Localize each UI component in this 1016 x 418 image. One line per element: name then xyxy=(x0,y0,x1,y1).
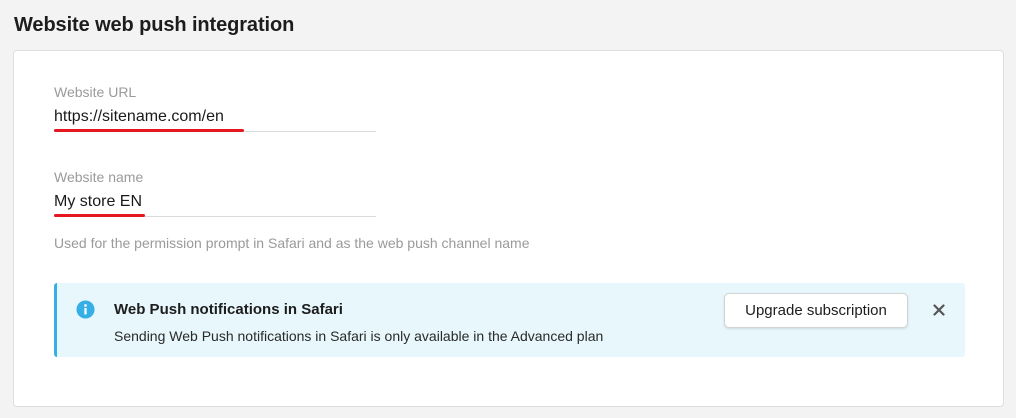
alert-title: Web Push notifications in Safari xyxy=(114,301,343,318)
website-url-label: Website URL xyxy=(54,84,137,100)
close-icon xyxy=(933,303,945,319)
alert-close-button[interactable] xyxy=(928,300,950,322)
integration-card: Website URL Website name Used for the pe… xyxy=(13,50,1004,407)
website-url-input[interactable] xyxy=(54,107,376,127)
website-url-highlight xyxy=(54,129,244,132)
website-name-highlight xyxy=(54,214,145,217)
alert-body: Sending Web Push notifications in Safari… xyxy=(114,328,604,344)
website-name-field: Website name xyxy=(54,169,376,217)
website-name-underline xyxy=(54,214,376,217)
website-name-input[interactable] xyxy=(54,192,376,212)
website-url-field: Website URL xyxy=(54,84,376,132)
info-icon xyxy=(76,300,95,319)
website-url-underline xyxy=(54,129,376,132)
website-name-helper-text: Used for the permission prompt in Safari… xyxy=(54,235,530,251)
website-name-label: Website name xyxy=(54,169,144,185)
safari-info-alert: Web Push notifications in Safari Sending… xyxy=(54,283,965,357)
page-title: Website web push integration xyxy=(14,14,295,36)
upgrade-subscription-button[interactable]: Upgrade subscription xyxy=(724,293,908,328)
